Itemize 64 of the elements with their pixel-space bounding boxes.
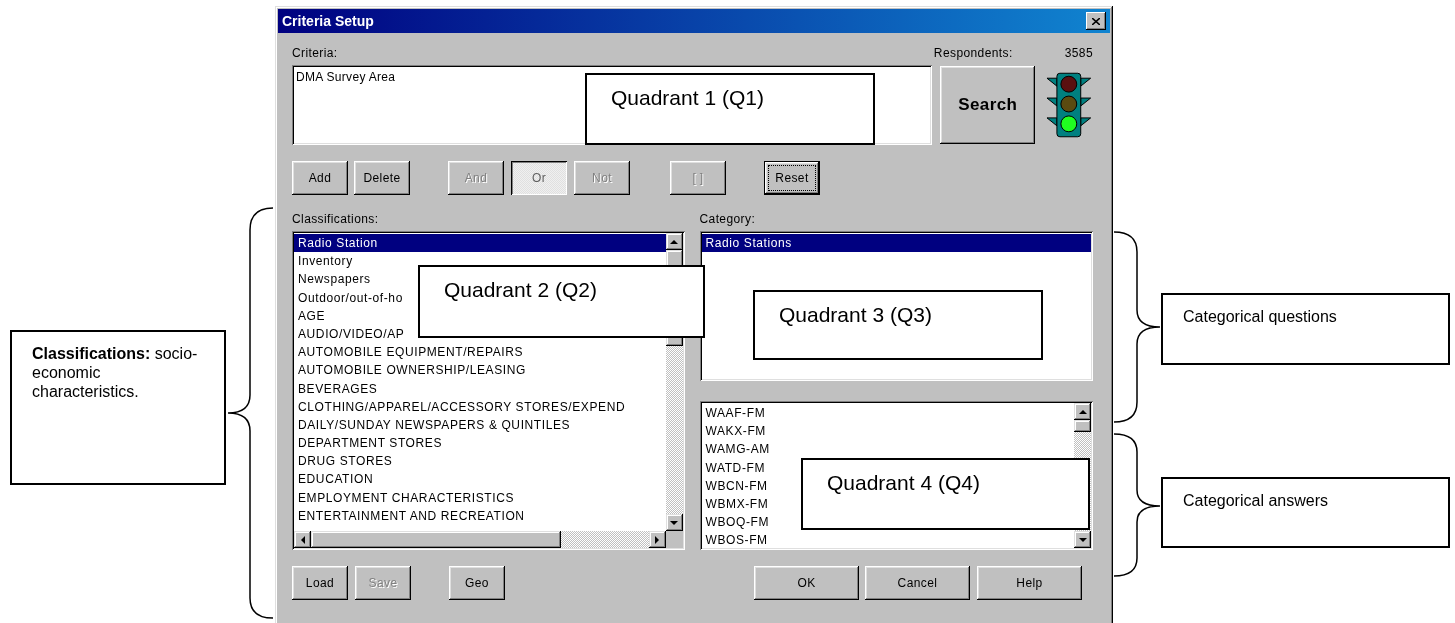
list-item[interactable]: AUDIO/VIDEO/AP	[294, 324, 405, 344]
quadrant-callout-tooltip: Quadrant 4 (Q4)	[801, 458, 1090, 530]
list-item[interactable]: DAILY/SUNDAY NEWSPAPERS & QUINTILES	[294, 415, 571, 435]
list-item[interactable]: EMPLOYMENT CHARACTERISTICS	[294, 488, 515, 507]
list-item[interactable]: AUTOMOBILE OWNERSHIP/LEASING	[294, 361, 526, 380]
up-arrow-icon	[670, 239, 678, 244]
list-item[interactable]: DRUG STORES	[294, 452, 393, 471]
scroll-left-button[interactable]	[294, 531, 311, 548]
classifications-label: Classifications:	[292, 212, 380, 226]
down-arrow-icon	[1078, 537, 1087, 542]
left-arrow-icon	[300, 535, 305, 544]
close-icon	[1092, 17, 1100, 25]
list-item[interactable]: WBCN-FM	[701, 476, 768, 495]
list-item[interactable]: WAMG-AM	[701, 440, 770, 459]
list-item[interactable]: Radio Station	[294, 234, 666, 253]
up-arrow-icon	[1078, 409, 1087, 414]
scroll-up-button[interactable]	[1074, 403, 1091, 420]
list-item[interactable]: CLOTHING/APPAREL/ACCESSORY STORES/EXPEND	[294, 397, 626, 416]
list-item[interactable]: WATD-FM	[701, 458, 765, 477]
list-item[interactable]: Radio Stations	[701, 234, 1091, 253]
list-item[interactable]: WBMX-FM	[701, 494, 769, 514]
search-button[interactable]: Search	[940, 66, 1036, 144]
criteria-label: Criteria:	[292, 45, 338, 60]
horizontal-scrollbar[interactable]	[294, 531, 683, 548]
list-item[interactable]: BEVERAGES	[294, 379, 378, 398]
scroll-thumb[interactable]	[1074, 420, 1091, 432]
list-item[interactable]: EDUCATION	[294, 470, 374, 489]
scroll-down-button[interactable]	[665, 514, 683, 531]
window-title: Criteria Setup	[282, 13, 375, 29]
button[interactable]: OK	[754, 566, 859, 600]
close-button[interactable]	[1086, 12, 1106, 30]
button[interactable]: Reset	[764, 161, 820, 195]
list-item[interactable]: DEPARTMENT STORES	[294, 434, 442, 453]
traffic-light-icon	[1045, 72, 1093, 138]
quadrant-callout-tooltip: Quadrant 3 (Q3)	[753, 290, 1043, 360]
button[interactable]: Cancel	[865, 566, 970, 600]
list-item[interactable]: WAKX-FM	[701, 422, 766, 441]
button[interactable]: Load	[292, 566, 348, 600]
list-item[interactable]: AUTOMOBILE EQUIPMENT/REPAIRS	[294, 343, 524, 362]
list-item[interactable]: WAAF-FM	[701, 404, 766, 423]
quadrant-callout-tooltip: Quadrant 2 (Q2)	[418, 265, 705, 338]
list-item[interactable]: AGE	[294, 306, 326, 325]
respondents-count: 3585	[1064, 45, 1093, 60]
button[interactable]: Delete	[354, 161, 410, 195]
note-callout-tooltip: Categorical answers	[1161, 477, 1450, 548]
respondents-label: Respondents:	[933, 45, 1013, 60]
down-arrow-icon	[670, 520, 678, 525]
scroll-down-button[interactable]	[1074, 531, 1091, 548]
list-item[interactable]: ENTERTAINMENT AND RECREATION	[294, 506, 525, 525]
scroll-thumb[interactable]	[311, 531, 561, 548]
note-callout-tooltip: Categorical questions	[1161, 293, 1450, 365]
button[interactable]: Add	[292, 161, 348, 195]
list-item[interactable]: WBOS-FM	[701, 531, 768, 548]
scroll-right-button[interactable]	[648, 531, 666, 548]
right-arrow-icon	[655, 535, 659, 544]
category-label: Category:	[699, 212, 757, 226]
list-item[interactable]: Outdoor/out-of-ho	[294, 288, 403, 307]
list-item[interactable]: Newspapers	[294, 270, 371, 289]
button[interactable]: Help	[977, 566, 1082, 600]
list-item[interactable]: Inventory	[294, 252, 353, 271]
list-item[interactable]: WBOQ-FM	[701, 513, 770, 532]
button[interactable]: Geo	[449, 566, 505, 600]
quadrant-callout-tooltip: Quadrant 1 (Q1)	[585, 73, 875, 145]
note-callout-tooltip: Classifications: socio-economic characteristics.	[10, 330, 226, 485]
